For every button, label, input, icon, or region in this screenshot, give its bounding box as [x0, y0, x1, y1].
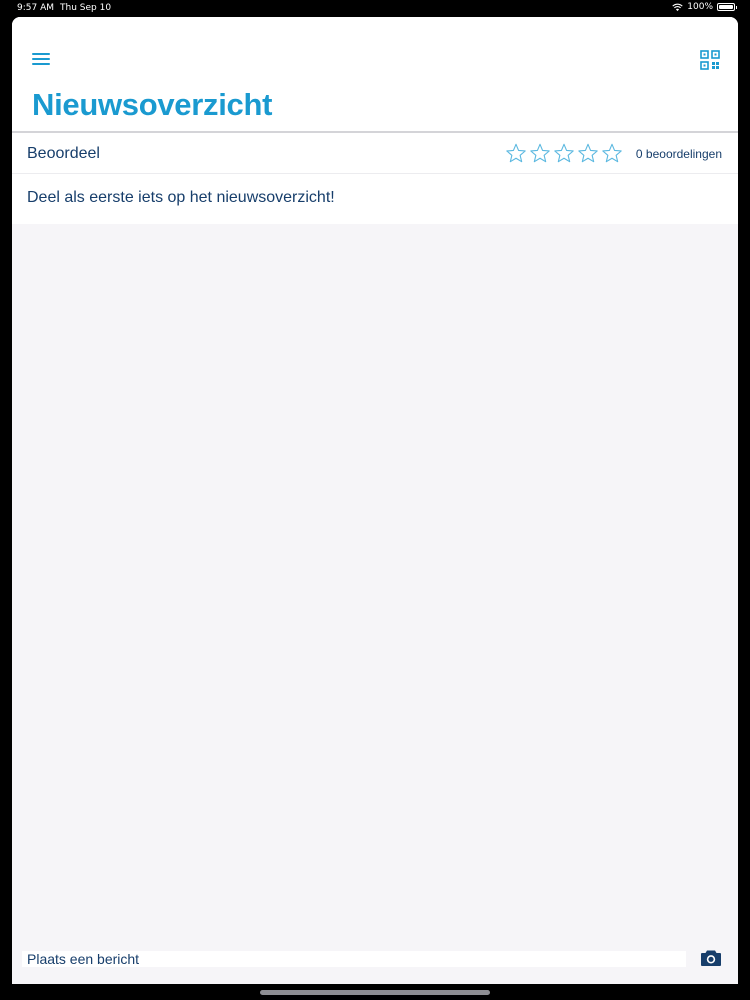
status-date: Thu Sep 10: [60, 3, 112, 13]
camera-icon[interactable]: [700, 949, 722, 967]
rating-count: 0 beoordelingen: [635, 147, 722, 161]
battery-percent: 100%: [687, 2, 713, 12]
app-window: Nieuwsoverzicht Beoordeel 0 beoordelinge…: [12, 17, 738, 984]
post-message-input[interactable]: [22, 951, 686, 967]
compose-bar: [12, 939, 738, 984]
status-bar: 9:57 AM Thu Sep 10 100%: [0, 0, 750, 16]
rating-row: Beoordeel 0 beoordelingen: [12, 133, 738, 174]
status-right: 100%: [672, 2, 737, 12]
star-rating[interactable]: [505, 142, 623, 164]
star-icon[interactable]: [601, 142, 623, 164]
page-title: Nieuwsoverzicht: [32, 87, 273, 122]
status-time: 9:57 AM: [17, 3, 54, 13]
battery-icon: [717, 3, 737, 11]
rating-label: Beoordeel: [27, 145, 100, 162]
star-icon[interactable]: [529, 142, 551, 164]
wifi-icon: [672, 3, 683, 11]
hamburger-menu-icon[interactable]: [32, 53, 50, 67]
empty-feed-message: Deel als eerste iets op het nieuwsoverzi…: [27, 189, 335, 206]
empty-feed-message-row: Deel als eerste iets op het nieuwsoverzi…: [12, 174, 738, 224]
qr-code-icon[interactable]: [700, 50, 720, 70]
star-icon[interactable]: [553, 142, 575, 164]
navigation-bar: Nieuwsoverzicht: [12, 17, 738, 133]
star-icon[interactable]: [577, 142, 599, 164]
star-icon[interactable]: [505, 142, 527, 164]
home-indicator: [260, 990, 490, 995]
